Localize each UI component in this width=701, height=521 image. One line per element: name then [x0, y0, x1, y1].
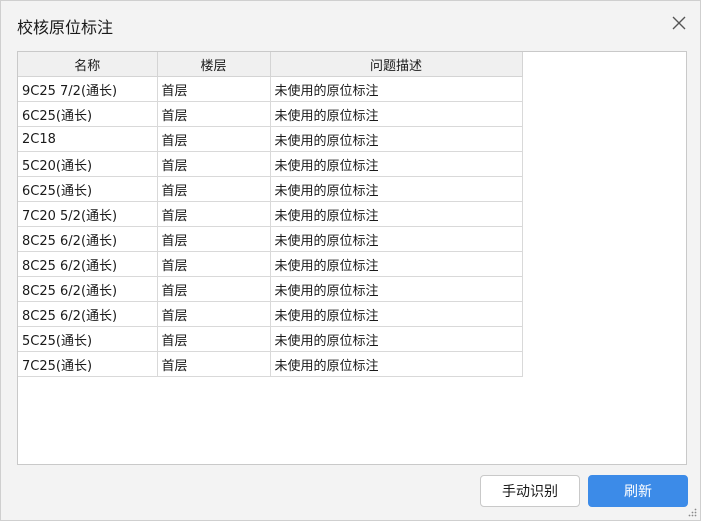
cell-description: 未使用的原位标注: [270, 326, 523, 352]
cell-floor: 首层: [157, 301, 271, 327]
table-row[interactable]: 8C25 6/2(通长) 首层 未使用的原位标注: [18, 301, 523, 327]
cell-name: 5C20(通长): [18, 151, 158, 177]
cell-description: 未使用的原位标注: [270, 301, 523, 327]
cell-name: 8C25 6/2(通长): [18, 301, 158, 327]
table-row[interactable]: 6C25(通长) 首层 未使用的原位标注: [18, 101, 523, 127]
cell-floor: 首层: [157, 126, 271, 152]
cell-description: 未使用的原位标注: [270, 276, 523, 302]
cell-name: 8C25 6/2(通长): [18, 276, 158, 302]
table-row[interactable]: 5C25(通长) 首层 未使用的原位标注: [18, 326, 523, 352]
table-header-row: 名称 楼层 问题描述: [18, 52, 523, 77]
column-header-name[interactable]: 名称: [18, 52, 158, 77]
table-row[interactable]: 8C25 6/2(通长) 首层 未使用的原位标注: [18, 251, 523, 277]
cell-floor: 首层: [157, 201, 271, 227]
dialog-title: 校核原位标注: [17, 18, 114, 37]
resize-grip-icon[interactable]: [687, 507, 697, 517]
cell-floor: 首层: [157, 76, 271, 102]
check-annotation-dialog: 校核原位标注 名称 楼层 问题描述 9C25 7/2(通长) 首层 未使用的原位…: [0, 0, 701, 521]
table-row[interactable]: 8C25 6/2(通长) 首层 未使用的原位标注: [18, 276, 523, 302]
cell-floor: 首层: [157, 101, 271, 127]
close-icon: [672, 16, 686, 30]
column-header-floor[interactable]: 楼层: [157, 52, 271, 77]
cell-description: 未使用的原位标注: [270, 101, 523, 127]
cell-floor: 首层: [157, 251, 271, 277]
cell-name: 7C25(通长): [18, 351, 158, 377]
cell-name: 8C25 6/2(通长): [18, 251, 158, 277]
cell-floor: 首层: [157, 151, 271, 177]
table-row[interactable]: 6C25(通长) 首层 未使用的原位标注: [18, 176, 523, 202]
close-button[interactable]: [666, 10, 692, 36]
cell-floor: 首层: [157, 351, 271, 377]
cell-name: 8C25 6/2(通长): [18, 226, 158, 252]
cell-description: 未使用的原位标注: [270, 151, 523, 177]
cell-floor: 首层: [157, 226, 271, 252]
cell-name: 9C25 7/2(通长): [18, 76, 158, 102]
table-row[interactable]: 7C20 5/2(通长) 首层 未使用的原位标注: [18, 201, 523, 227]
cell-description: 未使用的原位标注: [270, 126, 523, 152]
cell-description: 未使用的原位标注: [270, 201, 523, 227]
cell-name: 2C18: [18, 126, 158, 152]
result-table: 名称 楼层 问题描述 9C25 7/2(通长) 首层 未使用的原位标注 6C25(通长…: [18, 52, 523, 377]
cell-description: 未使用的原位标注: [270, 351, 523, 377]
result-table-panel[interactable]: 名称 楼层 问题描述 9C25 7/2(通长) 首层 未使用的原位标注 6C25(通长…: [17, 51, 687, 465]
table-body: 9C25 7/2(通长) 首层 未使用的原位标注 6C25(通长) 首层 未使用的原位标注…: [18, 76, 523, 377]
table-row[interactable]: 9C25 7/2(通长) 首层 未使用的原位标注: [18, 76, 523, 102]
table-row[interactable]: 5C20(通长) 首层 未使用的原位标注: [18, 151, 523, 177]
cell-floor: 首层: [157, 276, 271, 302]
cell-name: 6C25(通长): [18, 101, 158, 127]
refresh-button[interactable]: 刷新: [588, 475, 688, 507]
cell-floor: 首层: [157, 326, 271, 352]
cell-name: 5C25(通长): [18, 326, 158, 352]
table-row[interactable]: 2C18 首层 未使用的原位标注: [18, 126, 523, 152]
manual-identify-button[interactable]: 手动识别: [480, 475, 580, 507]
cell-description: 未使用的原位标注: [270, 251, 523, 277]
cell-name: 7C20 5/2(通长): [18, 201, 158, 227]
cell-description: 未使用的原位标注: [270, 226, 523, 252]
table-row[interactable]: 8C25 6/2(通长) 首层 未使用的原位标注: [18, 226, 523, 252]
cell-floor: 首层: [157, 176, 271, 202]
table-row[interactable]: 7C25(通长) 首层 未使用的原位标注: [18, 351, 523, 377]
title-bar: 校核原位标注: [1, 1, 700, 49]
column-header-description[interactable]: 问题描述: [270, 52, 523, 77]
cell-description: 未使用的原位标注: [270, 176, 523, 202]
cell-description: 未使用的原位标注: [270, 76, 523, 102]
cell-name: 6C25(通长): [18, 176, 158, 202]
